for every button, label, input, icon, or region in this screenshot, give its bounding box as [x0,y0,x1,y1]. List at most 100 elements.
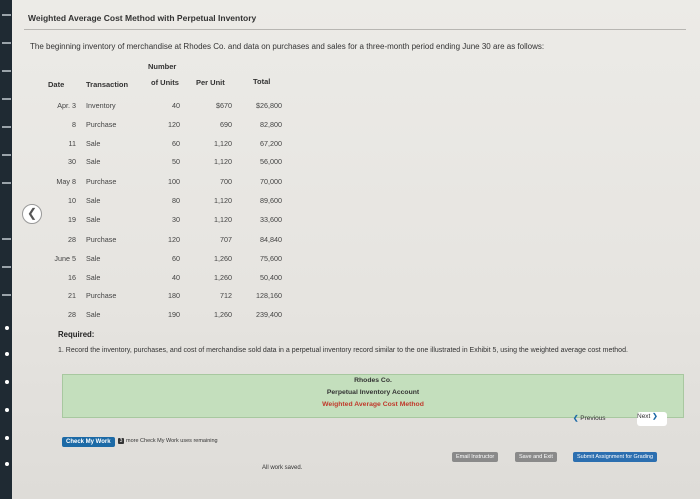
cell-transaction: Inventory [86,101,116,110]
header-number: Number [148,62,177,71]
cell-date: Apr. 3 [57,101,76,110]
header-transaction: Transaction [86,80,129,89]
submit-assignment-button[interactable]: Submit Assignment for Grading [573,452,658,462]
cell-units: 120 [168,235,180,244]
cell-per-unit: 1,260 [214,273,232,282]
cell-transaction: Purchase [86,291,117,300]
cell-total: 56,000 [260,157,282,166]
cell-per-unit: 690 [220,120,232,129]
cell-transaction: Sale [86,139,101,148]
cell-per-unit: 1,260 [214,310,232,319]
cell-date: 11 [68,139,76,148]
cell-total: 75,600 [260,254,282,263]
remaining-count: 3 [118,438,124,444]
cell-total: 128,160 [256,291,282,300]
cell-transaction: Purchase [86,120,117,129]
nav-tick [2,98,11,100]
required-instruction: 1. Record the inventory, purchases, and … [58,347,628,354]
cell-date: 8 [72,120,76,129]
company-name: Rhodes Co. [354,377,392,384]
cell-transaction: Sale [86,254,101,263]
nav-tick [2,294,11,296]
cell-units: 50 [172,157,180,166]
cell-date: 21 [68,291,76,300]
method-heading: Weighted Average Cost Method [322,401,424,408]
assignment-screen: Weighted Average Cost Method with Perpet… [0,0,700,499]
cell-transaction: Sale [86,310,101,319]
cell-units: 120 [168,120,180,129]
chevron-right-icon: ❯ [652,413,658,420]
email-instructor-button[interactable]: Email Instructor [452,452,499,462]
cell-per-unit: 1,120 [214,215,232,224]
cell-per-unit: 1,120 [214,139,232,148]
nav-tick [2,154,11,156]
cell-per-unit: 700 [220,177,232,186]
cell-date: May 8 [56,177,76,186]
nav-tick [2,182,11,184]
cell-date: 16 [68,273,76,282]
cell-per-unit: 1,120 [214,196,232,205]
cell-units: 190 [168,310,180,319]
divider [24,29,686,30]
cell-total: 239,400 [256,310,282,319]
cell-total: $26,800 [256,101,282,110]
cell-per-unit: 712 [220,291,232,300]
cell-transaction: Purchase [86,177,117,186]
nav-tick [2,266,11,268]
cell-date: 19 [68,215,76,224]
save-status: All work saved. [262,465,303,471]
cell-total: 70,000 [260,177,282,186]
cell-transaction: Purchase [86,235,117,244]
back-button[interactable]: ❮ [22,204,42,224]
check-remaining: 3 more Check My Work uses remaining [118,438,218,444]
cell-total: 33,600 [260,215,282,224]
nav-dot [5,436,9,440]
header-total: Total [253,77,271,86]
cell-per-unit: 1,260 [214,254,232,263]
nav-tick [2,42,11,44]
cell-date: 30 [68,157,76,166]
header-date: Date [48,80,65,89]
cell-transaction: Sale [86,273,101,282]
cell-units: 100 [168,177,180,186]
chevron-left-icon: ❮ [26,206,38,220]
required-label: Required: [58,330,95,339]
cell-total: 82,800 [260,120,282,129]
cell-total: 67,200 [260,139,282,148]
check-my-work-button[interactable]: Check My Work [62,437,115,447]
header-units: of Units [151,78,179,87]
nav-tick [2,126,11,128]
cell-units: 180 [168,291,180,300]
cell-total: 89,600 [260,196,282,205]
cell-units: 60 [172,139,180,148]
page-title: Weighted Average Cost Method with Perpet… [28,13,257,23]
cell-units: 30 [172,215,180,224]
cell-total: 50,400 [260,273,282,282]
cell-date: 28 [68,235,76,244]
nav-dot [5,352,9,356]
account-heading: Perpetual Inventory Account [326,389,420,396]
nav-tick [2,14,11,16]
cell-units: 60 [172,254,180,263]
cell-units: 80 [172,196,180,205]
save-and-exit-button[interactable]: Save and Exit [515,452,557,462]
next-label: Next [637,413,651,420]
remaining-text: more Check My Work uses remaining [126,438,218,444]
header-per-unit: Per Unit [196,78,225,87]
cell-transaction: Sale [86,157,101,166]
nav-dot [5,462,9,466]
nav-tick [2,70,11,72]
cell-transaction: Sale [86,215,101,224]
nav-dot [5,408,9,412]
nav-tick [2,238,11,240]
cell-date: 10 [68,196,76,205]
cell-total: 84,840 [260,235,282,244]
cell-date: 28 [68,310,76,319]
cell-per-unit: 707 [220,235,232,244]
cell-per-unit: 1,120 [214,157,232,166]
next-button[interactable]: Next ❯ [637,412,667,426]
previous-button[interactable]: ❮ Previous [573,414,623,427]
cell-per-unit: $670 [216,101,232,110]
problem-intro: The beginning inventory of merchandise a… [30,42,545,51]
side-nav-strip[interactable] [0,0,12,499]
